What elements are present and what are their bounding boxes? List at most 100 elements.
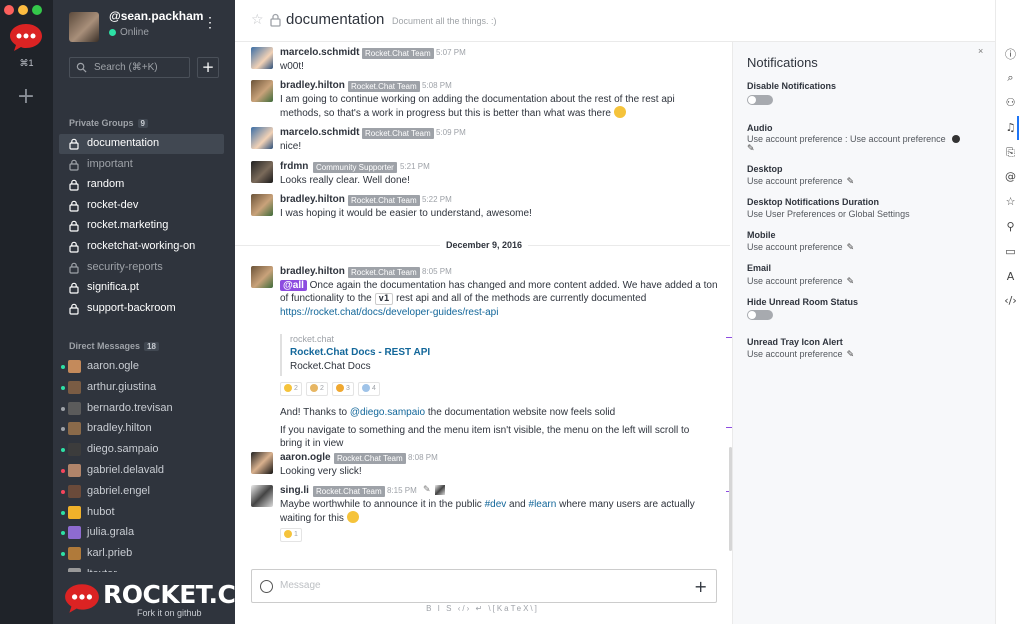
dm-item-aaron-ogle[interactable]: aaron.ogle (59, 357, 224, 377)
close-panel-icon[interactable]: × (978, 46, 983, 56)
avatar[interactable] (251, 485, 273, 507)
play-icon[interactable] (952, 135, 961, 143)
email-value-text: Use account preference (747, 276, 843, 286)
reaction-button[interactable]: 2 (280, 382, 302, 396)
avatar[interactable] (251, 161, 273, 183)
rocketchat-server-icon[interactable] (8, 22, 44, 52)
audio-edit[interactable]: ✎ (747, 143, 755, 154)
avatar[interactable] (251, 266, 273, 288)
message-composer[interactable]: Message + (251, 569, 717, 603)
notifications-bell-icon[interactable]: ♫ (996, 121, 1024, 134)
formatting-toolbar[interactable]: B I S ‹/› ↵ \[KaTeX\] (235, 604, 730, 613)
dm-item-gabriel-delavald[interactable]: gabriel.delavald (59, 461, 224, 481)
message-username[interactable]: sing.li (280, 485, 309, 496)
sidebar-item-label: significa.pt (87, 281, 139, 294)
pinned-icon[interactable]: ⚲ (996, 220, 1024, 233)
maximize-window-dot[interactable] (32, 5, 42, 15)
disable-notifications-toggle[interactable] (747, 95, 773, 105)
tray-alert-value[interactable]: Use account preference ✎ (747, 349, 854, 360)
code-embed-icon[interactable]: ‹/› (996, 294, 1024, 307)
username[interactable]: @sean.packham (109, 9, 203, 23)
reaction-count: 3 (345, 385, 350, 392)
audio-value[interactable]: Use account preference : Use account pre… (747, 134, 961, 144)
minimize-window-dot[interactable] (18, 5, 28, 15)
dm-item-karl-prieb[interactable]: karl.prieb (59, 544, 224, 564)
desktop-value[interactable]: Use account preference ✎ (747, 176, 854, 187)
reaction-button[interactable]: 3 (332, 382, 354, 396)
dm-item-julia-grala[interactable]: julia.grala (59, 523, 224, 543)
close-window-dot[interactable] (4, 5, 14, 15)
dm-item-diego-sampaio[interactable]: diego.sampaio (59, 440, 224, 460)
user-menu-icon[interactable]: ⋮ (203, 14, 217, 31)
reaction-button[interactable]: 4 (358, 382, 380, 396)
message-username[interactable]: marcelo.schmidt (280, 127, 359, 138)
sidebar-item-documentation[interactable]: documentation (59, 134, 224, 154)
avatar (68, 380, 81, 394)
preview-title[interactable]: Rocket.Chat Docs - REST API (290, 347, 430, 358)
dm-item-arthur-giustina[interactable]: arthur.giustina (59, 378, 224, 398)
add-server-button[interactable]: + (14, 86, 38, 110)
video-call-icon[interactable]: ▭ (996, 245, 1024, 258)
message-link[interactable]: https://rocket.chat/docs/developer-guide… (280, 307, 498, 318)
message-username[interactable]: bradley.hilton (280, 266, 345, 277)
sidebar-item-significa-pt[interactable]: significa.pt (59, 278, 224, 298)
avatar[interactable] (251, 80, 273, 102)
hide-unread-toggle[interactable] (747, 310, 773, 320)
mention-all[interactable]: @all (280, 280, 307, 291)
dm-item-bradley-hilton[interactable]: bradley.hilton (59, 419, 224, 439)
avatar[interactable] (251, 452, 273, 474)
attach-plus-button[interactable]: + (694, 577, 707, 596)
message-username[interactable]: bradley.hilton (280, 194, 345, 205)
email-value[interactable]: Use account preference ✎ (747, 276, 854, 287)
avatar[interactable] (251, 194, 273, 216)
edit-pencil-icon[interactable]: ✎ (747, 144, 755, 154)
search-input[interactable]: Search (⌘+K) (69, 57, 190, 78)
avatar[interactable] (251, 47, 273, 69)
message-username[interactable]: frdmn (280, 161, 308, 172)
reaction-button[interactable]: 2 (306, 382, 328, 396)
create-new-button[interactable]: + (197, 57, 219, 78)
dm-item-gabriel-engel[interactable]: gabriel.engel (59, 482, 224, 502)
sidebar-item-important[interactable]: important (59, 155, 224, 175)
members-icon[interactable]: ⚇ (996, 96, 1024, 109)
edit-pencil-icon[interactable]: ✎ (847, 177, 855, 187)
channel-link-learn[interactable]: #learn (529, 499, 557, 510)
role-badge: Rocket.Chat Team (313, 486, 385, 497)
dm-item-bernardo-trevisan[interactable]: bernardo.trevisan (59, 399, 224, 419)
user-mention[interactable]: @diego.sampaio (350, 407, 425, 418)
files-clip-icon[interactable]: ⎘ (996, 146, 1024, 160)
sidebar: @sean.packham Online ⋮ Search (⌘+K) + Pr… (53, 0, 235, 624)
favorite-star-icon[interactable]: ☆ (251, 12, 264, 28)
message-username[interactable]: aaron.ogle (280, 452, 331, 463)
mobile-value[interactable]: Use account preference ✎ (747, 242, 854, 253)
info-icon[interactable]: ⓘ (996, 46, 1024, 62)
starred-icon[interactable]: ☆ (996, 195, 1024, 208)
rocketchat-logo (65, 584, 99, 613)
sidebar-item-security-reports[interactable]: security-reports (59, 258, 224, 278)
sidebar-item-random[interactable]: random (59, 175, 224, 195)
message-username[interactable]: marcelo.schmidt (280, 47, 359, 58)
dm-item-hubot[interactable]: hubot (59, 503, 224, 523)
sidebar-item-rocketchat-working-on[interactable]: rocketchat-working-on (59, 237, 224, 257)
duration-value[interactable]: Use User Preferences or Global Settings (747, 209, 910, 219)
channel-link-dev[interactable]: #dev (485, 499, 507, 510)
sidebar-item-rocket-dev[interactable]: rocket-dev (59, 196, 224, 216)
private-groups-count: 9 (137, 119, 148, 128)
sidebar-item-rocket-marketing[interactable]: rocket.marketing (59, 216, 224, 236)
sidebar-item-support-backroom[interactable]: support-backroom (59, 299, 224, 319)
search-messages-icon[interactable]: ⌕ (996, 71, 1024, 85)
edit-pencil-icon[interactable]: ✎ (847, 277, 855, 287)
avatar[interactable] (251, 127, 273, 149)
emoji-picker-icon[interactable] (260, 580, 273, 593)
edit-pencil-icon[interactable]: ✎ (847, 350, 855, 360)
translate-icon[interactable]: A (996, 270, 1024, 283)
reaction-count: 2 (293, 385, 298, 392)
reaction-button[interactable]: 1 (280, 528, 302, 542)
reaction-emoji-icon (362, 384, 370, 392)
github-link[interactable]: Fork it on github (137, 608, 202, 618)
message-username[interactable]: bradley.hilton (280, 80, 345, 91)
user-avatar[interactable] (69, 12, 99, 42)
message-time: 8:05 PM (422, 267, 452, 276)
edit-pencil-icon[interactable]: ✎ (847, 243, 855, 253)
mentions-icon[interactable]: @ (996, 170, 1024, 183)
